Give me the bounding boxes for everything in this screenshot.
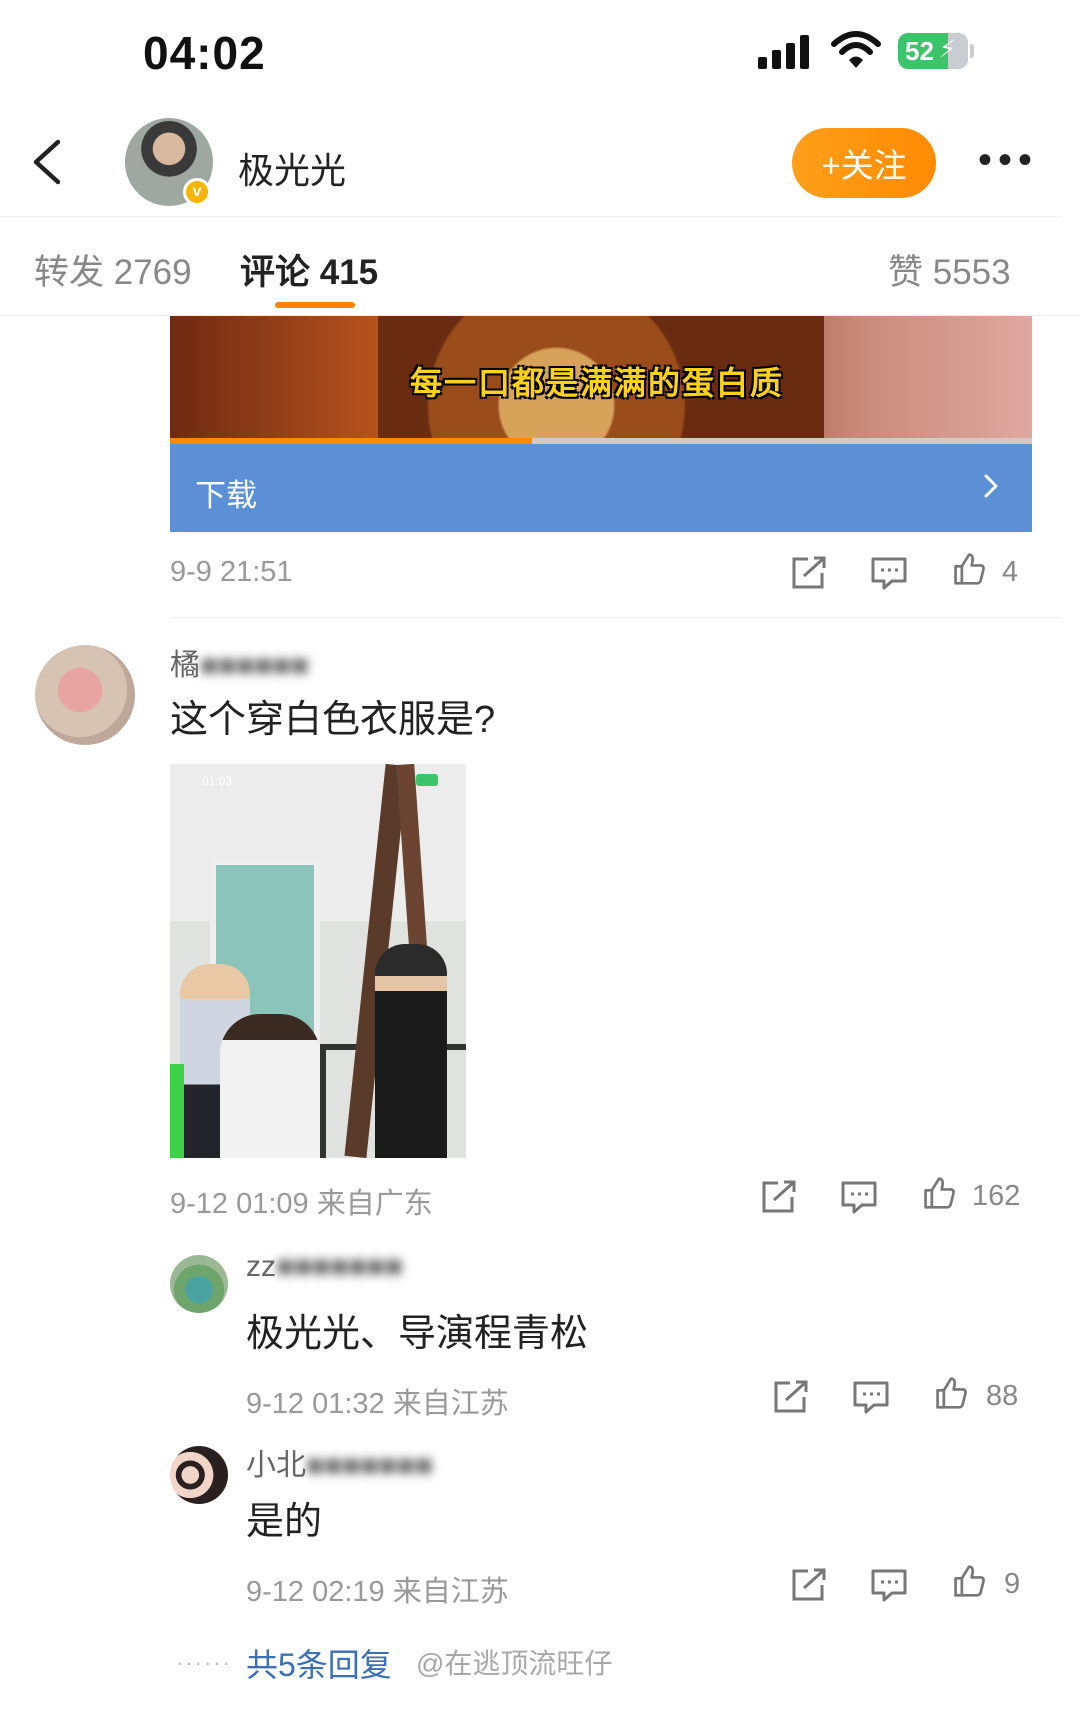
more-replies-dots: ······	[176, 1650, 232, 1675]
photo-status-time: 01:03	[202, 774, 233, 788]
reply-author-visible: 小北	[246, 1449, 306, 1482]
commenter-name-blurred: ■■■■■■	[200, 649, 309, 682]
comment-icon[interactable]	[870, 1568, 908, 1602]
tab-comments[interactable]: 评论 415	[240, 244, 378, 295]
comment-text: 这个穿白色衣服是?	[170, 699, 496, 741]
battery-indicator: 52 ⚡	[898, 33, 968, 69]
comment-photo[interactable]: 01:03	[170, 764, 466, 1158]
reply-timestamp: 9-12 01:32 来自江苏	[246, 1388, 509, 1420]
commenter-name-visible: 橘	[170, 649, 200, 682]
like-icon[interactable]	[950, 552, 988, 586]
comment-divider	[170, 617, 1062, 618]
tab-likes[interactable]: 赞 5553	[888, 244, 1011, 295]
reply-like-count: 88	[986, 1380, 1019, 1412]
reply-timestamp: 9-12 02:19 来自江苏	[246, 1576, 509, 1608]
share-icon[interactable]	[760, 1180, 798, 1214]
share-icon[interactable]	[790, 1568, 828, 1602]
follow-button[interactable]: +关注	[792, 128, 936, 198]
reply-author-visible: zz	[246, 1250, 276, 1283]
status-time: 04:02	[143, 27, 266, 79]
verified-badge-icon: v	[183, 178, 211, 206]
wifi-icon	[831, 31, 881, 68]
post-like-count: 4	[1002, 556, 1019, 588]
like-icon[interactable]	[920, 1176, 958, 1210]
like-icon[interactable]	[950, 1564, 988, 1598]
reply-author-name[interactable]: zz■■■■■■■	[246, 1250, 403, 1284]
video-thumbnail[interactable]: 每一口都是满满的蛋白质	[170, 316, 1032, 444]
reply-avatar[interactable]	[170, 1255, 228, 1313]
tab-reposts[interactable]: 转发 2769	[34, 244, 192, 295]
active-tab-indicator	[275, 302, 355, 308]
commenter-avatar[interactable]	[35, 645, 135, 745]
battery-level: 52	[905, 35, 934, 66]
watermark: @在逃顶流旺仔	[416, 1648, 613, 1679]
comment-icon[interactable]	[870, 556, 908, 590]
author-name[interactable]: 极光光	[238, 142, 346, 194]
reply-avatar[interactable]	[170, 1446, 228, 1504]
share-icon[interactable]	[772, 1380, 810, 1414]
more-options-icon[interactable]: •••	[978, 140, 1038, 180]
reply-author-name[interactable]: 小北■■■■■■■	[246, 1440, 433, 1484]
cellular-signal-icon	[758, 35, 812, 69]
charging-bolt-icon: ⚡	[939, 36, 956, 63]
comment-timestamp: 9-12 01:09 来自广东	[170, 1188, 433, 1220]
comment-icon[interactable]	[840, 1180, 878, 1214]
photo-battery	[416, 774, 438, 786]
like-icon[interactable]	[932, 1376, 970, 1410]
share-icon[interactable]	[790, 556, 828, 590]
chevron-right-icon	[984, 474, 998, 498]
comment-like-count: 162	[972, 1180, 1021, 1212]
download-bar[interactable]: 下载	[170, 444, 1032, 532]
reply-text: 是的	[246, 1501, 323, 1543]
post-timestamp: 9-9 21:51	[170, 556, 293, 588]
more-replies-link[interactable]: 共5条回复	[246, 1640, 392, 1686]
comment-icon[interactable]	[852, 1380, 890, 1414]
commenter-name[interactable]: 橘■■■■■■	[170, 640, 309, 684]
back-arrow-icon[interactable]	[28, 138, 68, 186]
battery-cap	[970, 44, 974, 58]
reply-like-count: 9	[1004, 1568, 1021, 1600]
reply-author-blurred: ■■■■■■■	[276, 1250, 403, 1283]
reply-text: 极光光、导演程青松	[246, 1313, 589, 1355]
video-caption: 每一口都是满满的蛋白质	[410, 365, 785, 401]
download-label: 下载	[195, 478, 257, 513]
reply-author-blurred: ■■■■■■■	[306, 1449, 433, 1482]
header-divider	[0, 216, 1062, 217]
